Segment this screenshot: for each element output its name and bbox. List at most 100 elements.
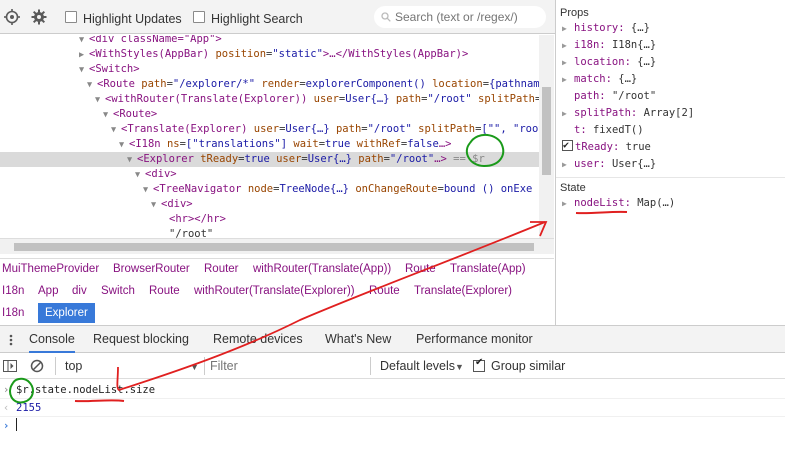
tree-node[interactable]: ▼ <Route> xyxy=(0,107,539,122)
tree-token: withRef xyxy=(350,138,401,150)
breadcrumb-item[interactable]: BrowserRouter xyxy=(113,259,190,279)
expand-icon[interactable]: ▶ xyxy=(562,156,574,173)
prop-row-splitpath[interactable]: ▶ splitPath: Array[2] xyxy=(562,105,694,122)
breadcrumb-item[interactable]: Translate(App) xyxy=(450,259,526,279)
inspect-element-icon[interactable] xyxy=(3,8,21,26)
search-input[interactable] xyxy=(395,10,535,24)
tree-vertical-scrollbar[interactable] xyxy=(539,35,554,238)
tab-what-s-new[interactable]: What's New xyxy=(325,326,391,353)
tree-node[interactable]: ▼ <div> xyxy=(0,167,539,182)
highlight-updates-checkbox[interactable] xyxy=(65,11,77,23)
collapse-icon[interactable]: ▼ xyxy=(111,123,121,137)
console-output[interactable]: › $r.state.nodeList.size ‹ 2155 › xyxy=(0,380,785,449)
clear-console-icon[interactable] xyxy=(29,358,45,374)
tree-token: …> xyxy=(438,138,452,150)
breadcrumb-item[interactable]: Route xyxy=(149,281,180,301)
tree-node[interactable]: "/root" xyxy=(0,227,539,238)
breadcrumb-item[interactable]: I18n xyxy=(2,303,24,323)
tree-node[interactable]: ▶ <WithStyles(AppBar) position="static">…… xyxy=(0,47,539,62)
tree-node[interactable]: ▼ <TreeNavigator node = TreeNode{…} onChang… xyxy=(0,182,539,197)
prop-row-t[interactable]: t: fixedT() xyxy=(562,122,644,139)
tree-node-selected[interactable]: ▼ <Explorer tReady=true user=User{…} path… xyxy=(0,152,539,167)
tree-node[interactable]: ▼ <withRouter(Translate(Explorer)) user=U… xyxy=(0,92,539,107)
expand-icon[interactable]: ▶ xyxy=(562,195,574,212)
console-input-line: › $r.state.nodeList.size xyxy=(0,382,785,399)
group-similar-checkbox[interactable]: ✔ xyxy=(473,357,485,372)
more-icon[interactable] xyxy=(5,333,17,347)
search-box[interactable] xyxy=(374,6,546,28)
expand-icon[interactable]: ▶ xyxy=(562,71,574,88)
tree-node[interactable]: ▼ <Route path="/explorer/*" render=explor… xyxy=(0,77,539,92)
prop-value: fixedT() xyxy=(592,124,644,136)
breadcrumb-item[interactable]: Switch xyxy=(101,281,135,301)
collapse-icon[interactable]: ▼ xyxy=(79,63,89,77)
tab-performance-monitor[interactable]: Performance monitor xyxy=(416,326,533,353)
prop-row-match[interactable]: ▶ match: {…} xyxy=(562,71,637,88)
prop-colon: : xyxy=(599,158,612,170)
collapse-icon[interactable]: ▼ xyxy=(103,108,113,122)
prop-row-tready[interactable]: tReady: true xyxy=(562,137,651,156)
collapse-icon[interactable]: ▼ xyxy=(135,168,145,182)
breadcrumb-item[interactable]: App xyxy=(38,281,58,301)
tree-node[interactable]: ▼ <Switch> xyxy=(0,62,539,77)
context-selector[interactable]: top xyxy=(65,359,82,373)
tree-token: path xyxy=(329,123,362,135)
prop-colon: : xyxy=(599,39,612,51)
breadcrumb-item[interactable]: Translate(Explorer) xyxy=(414,281,512,301)
tree-token: "/explorer/*" xyxy=(172,78,256,90)
prop-checkbox[interactable] xyxy=(562,137,573,154)
breadcrumb-item[interactable]: withRouter(Translate(App)) xyxy=(253,259,391,279)
scrollbar-thumb[interactable] xyxy=(14,243,534,251)
expand-icon[interactable]: ▶ xyxy=(562,37,574,54)
console-prompt-line[interactable]: › xyxy=(0,418,785,435)
collapse-icon[interactable]: ▼ xyxy=(127,153,137,167)
chevron-down-icon[interactable]: ▼ xyxy=(190,362,199,372)
tree-node[interactable]: ▼ <Translate(Explorer) user=User{…} path=… xyxy=(0,122,539,137)
prop-row-nodelist[interactable]: ▶ nodeList: Map(…) xyxy=(562,195,675,212)
chevron-down-icon[interactable]: ▼ xyxy=(455,362,464,372)
tab-request-blocking[interactable]: Request blocking xyxy=(93,326,189,353)
tree-token: = xyxy=(179,138,186,150)
tab-remote-devices[interactable]: Remote devices xyxy=(213,326,303,353)
expand-icon[interactable]: ▶ xyxy=(562,54,574,71)
filter-input[interactable] xyxy=(210,357,362,375)
breadcrumb-item[interactable]: withRouter(Translate(Explorer)) xyxy=(194,281,355,301)
log-levels-dropdown[interactable]: Default levels xyxy=(380,359,455,373)
expand-icon[interactable]: ▶ xyxy=(562,105,574,122)
prop-row-location[interactable]: ▶ location: {…} xyxy=(562,54,656,71)
tree-node[interactable]: ▼ <I18n ns=["translations"] wait=true wit… xyxy=(0,137,539,152)
breadcrumb-item[interactable]: Route xyxy=(405,259,436,279)
tree-node[interactable]: ▼ <div className="App"> xyxy=(0,35,539,47)
collapse-icon[interactable]: ▼ xyxy=(79,35,89,47)
prop-row-history[interactable]: ▶ history: {…} xyxy=(562,20,650,37)
breadcrumb-item[interactable]: I18n xyxy=(2,281,24,301)
expand-icon[interactable]: ▶ xyxy=(79,48,89,62)
scrollbar-thumb[interactable] xyxy=(542,87,551,175)
tree-horizontal-scrollbar[interactable] xyxy=(0,238,554,254)
breadcrumb-item[interactable]: div xyxy=(72,281,87,301)
prop-row-i18n[interactable]: ▶ i18n: I18n{…} xyxy=(562,37,656,54)
prop-row-user[interactable]: ▶ user: User{…} xyxy=(562,156,656,173)
breadcrumb-item[interactable]: Router xyxy=(204,259,239,279)
collapse-icon[interactable]: ▼ xyxy=(151,198,161,212)
gear-icon[interactable] xyxy=(30,8,48,26)
tab-console[interactable]: Console xyxy=(29,326,75,353)
highlight-search-checkbox[interactable] xyxy=(193,11,205,23)
sidebar-toggle-icon[interactable] xyxy=(2,358,18,374)
expand-icon[interactable]: ▶ xyxy=(562,20,574,37)
prop-row-path[interactable]: path: "/root" xyxy=(562,88,656,105)
collapse-icon[interactable]: ▼ xyxy=(87,78,97,92)
breadcrumb-item[interactable]: Route xyxy=(369,281,400,301)
tree-token: location xyxy=(425,78,483,90)
collapse-icon[interactable]: ▼ xyxy=(95,93,105,107)
tree-token: path xyxy=(351,153,384,165)
tree-node[interactable]: <hr></hr> xyxy=(0,212,539,227)
collapse-icon[interactable]: ▼ xyxy=(119,138,129,152)
collapse-icon[interactable]: ▼ xyxy=(143,183,153,197)
tree-node[interactable]: ▼ <div> xyxy=(0,197,539,212)
tree-token: <div> xyxy=(145,168,177,180)
breadcrumb-item-selected[interactable]: Explorer xyxy=(38,303,95,323)
tree-token: node xyxy=(247,183,274,195)
breadcrumb-item[interactable]: MuiThemeProvider xyxy=(2,259,99,279)
component-tree[interactable]: ▼ <div className="App"> ▶ <WithStyles(AppBa… xyxy=(0,35,539,238)
